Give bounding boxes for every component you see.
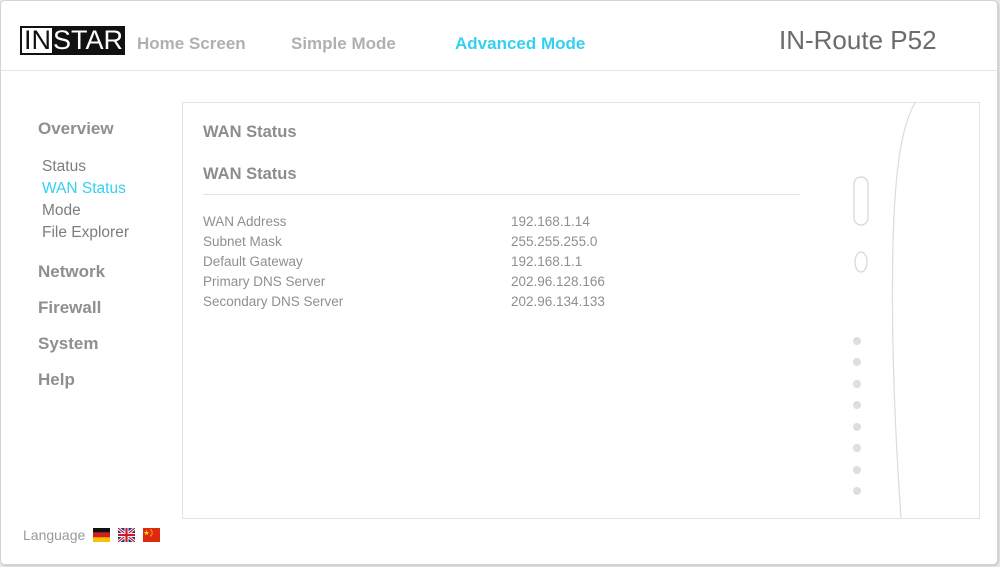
nav-simple-mode[interactable]: Simple Mode — [291, 34, 396, 54]
header: IN STAR Home Screen Simple Mode Advanced… — [1, 1, 997, 71]
german-flag-icon[interactable] — [93, 528, 111, 542]
language-label: Language — [23, 527, 86, 543]
content-panel: WAN Status WAN Status WAN Address 192.16… — [182, 102, 980, 519]
nav-home-screen[interactable]: Home Screen — [137, 34, 246, 54]
sidebar-section-network[interactable]: Network — [38, 262, 105, 282]
nav-advanced-mode[interactable]: Advanced Mode — [455, 34, 585, 54]
sidebar-section-help[interactable]: Help — [38, 370, 75, 390]
instar-logo[interactable]: IN STAR — [20, 25, 126, 55]
sidebar-section-system[interactable]: System — [38, 334, 98, 354]
sidebar-item-mode[interactable]: Mode — [42, 202, 81, 220]
sidebar-item-status[interactable]: Status — [42, 158, 86, 176]
uk-flag-icon[interactable] — [118, 528, 136, 542]
sidebar-item-file-explorer[interactable]: File Explorer — [42, 224, 129, 242]
logo-star: STAR — [52, 25, 126, 55]
logo-in: IN — [20, 26, 52, 55]
device-model-title: IN-Route P52 — [779, 25, 937, 55]
sidebar-section-overview[interactable]: Overview — [38, 119, 114, 139]
language-selector: Language — [23, 527, 168, 543]
sidebar-item-wan-status[interactable]: WAN Status — [42, 180, 126, 198]
china-flag-icon[interactable] — [143, 528, 161, 542]
app-window: IN STAR Home Screen Simple Mode Advanced… — [0, 0, 998, 565]
sidebar-section-firewall[interactable]: Firewall — [38, 298, 101, 318]
router-illustration-icon — [853, 103, 916, 519]
